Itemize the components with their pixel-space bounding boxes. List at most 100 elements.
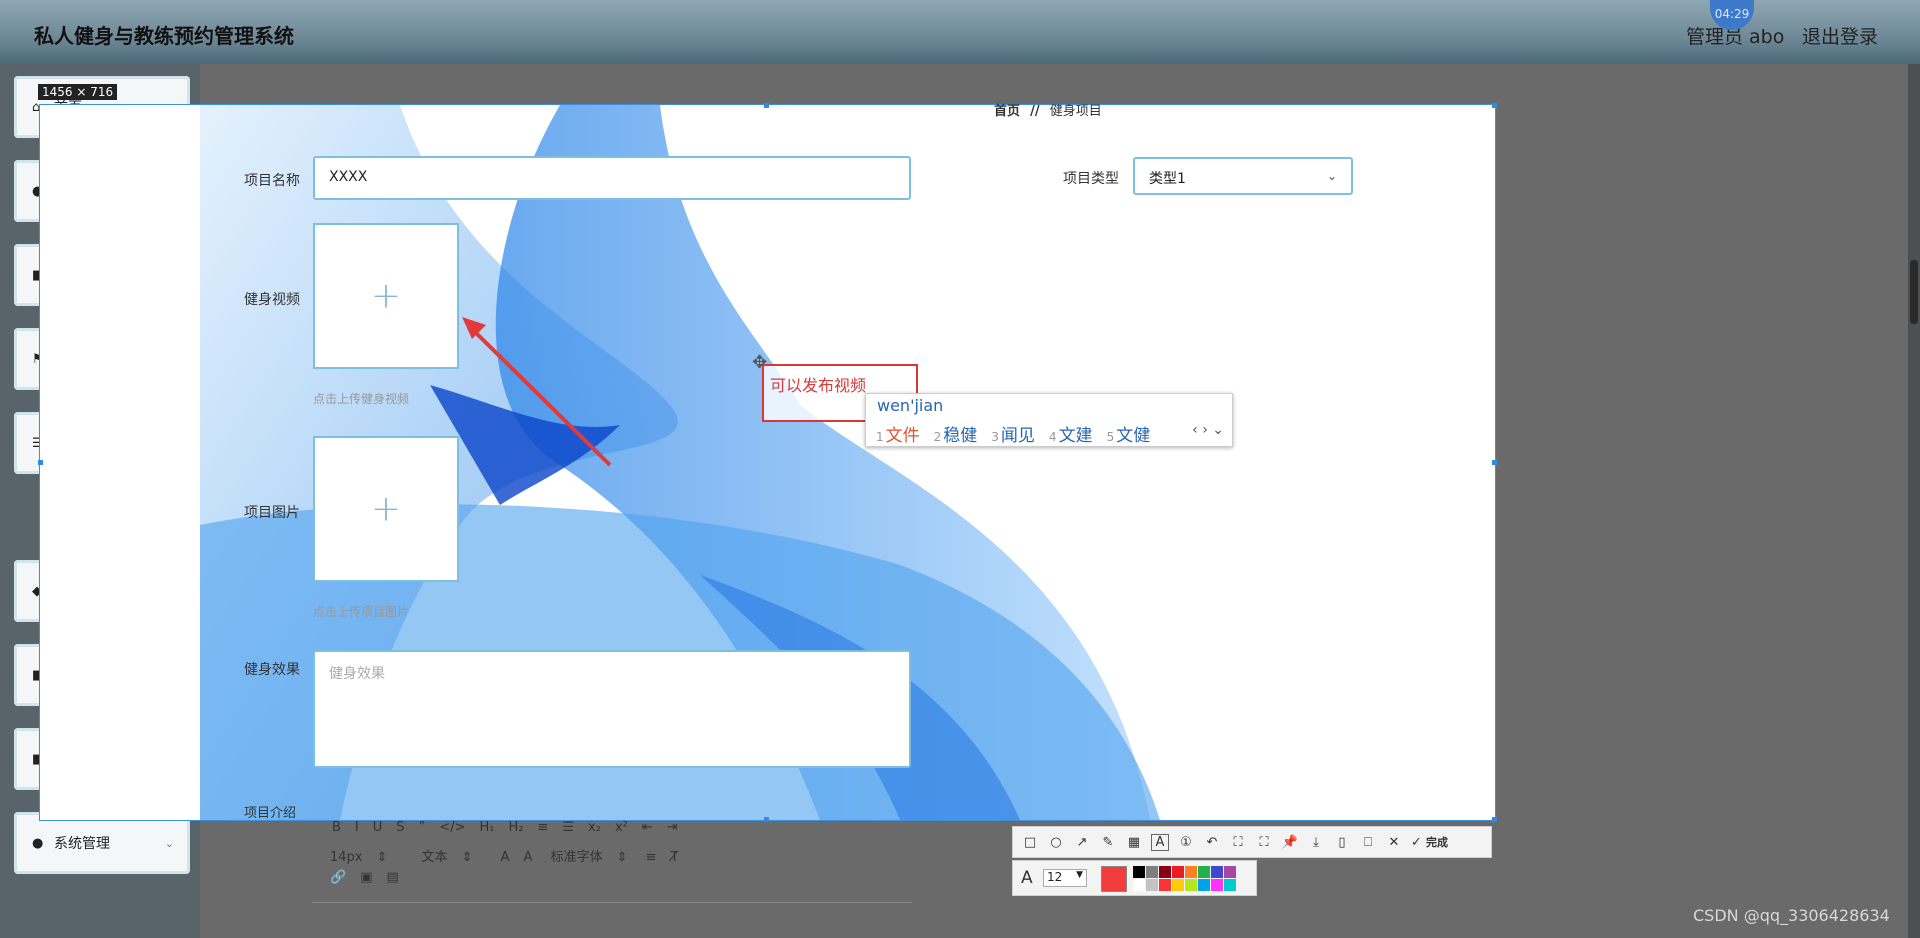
- ime-candidate-text: 闻见: [1000, 426, 1035, 446]
- quote-icon[interactable]: ”: [419, 820, 426, 835]
- close-icon[interactable]: ✕: [1385, 835, 1403, 850]
- h1-icon[interactable]: H₁: [479, 820, 494, 835]
- ime-candidate-number: 5: [1106, 430, 1115, 444]
- sidebar-item[interactable]: ● 系统管理 ⌄: [14, 812, 190, 874]
- done-button[interactable]: ✓ 完成: [1411, 834, 1448, 850]
- resize-handle-top[interactable]: [764, 103, 769, 108]
- translate-icon[interactable]: ⛶: [1255, 835, 1273, 850]
- link-icon[interactable]: 🔗: [330, 870, 346, 885]
- selected-color-swatch[interactable]: [1101, 866, 1127, 892]
- image-label: 项目图片: [244, 505, 300, 521]
- ime-candidate[interactable]: 5 文健: [1107, 421, 1151, 446]
- scrollbar[interactable]: [1908, 64, 1920, 938]
- text-type-select[interactable]: 文本: [422, 846, 448, 865]
- plus-icon: +: [370, 275, 402, 317]
- font-family-select[interactable]: 标准字体: [551, 846, 603, 865]
- breadcrumb-separator: //: [1030, 104, 1040, 119]
- palette-color-swatch[interactable]: [1224, 879, 1236, 891]
- ime-candidate-number: 2: [933, 430, 942, 444]
- superscript-icon[interactable]: x²: [615, 820, 628, 835]
- resize-handle-left[interactable]: [38, 460, 43, 465]
- h2-icon[interactable]: H₂: [508, 820, 523, 835]
- video-upload-hint: 点击上传健身视频: [313, 392, 410, 406]
- effect-textarea[interactable]: 健身效果: [313, 650, 911, 768]
- palette-color-swatch[interactable]: [1224, 866, 1236, 878]
- font-color-icon[interactable]: A: [501, 850, 510, 865]
- phone-icon[interactable]: ▯: [1333, 835, 1351, 850]
- indent-icon[interactable]: ⇥: [667, 820, 678, 835]
- underline-icon[interactable]: U: [373, 820, 383, 835]
- image-icon[interactable]: ▣: [360, 870, 372, 885]
- pen-icon[interactable]: ✎: [1099, 835, 1117, 850]
- align-icon[interactable]: ≡: [646, 850, 657, 865]
- download-icon[interactable]: ⤓: [1307, 835, 1325, 850]
- video-upload-box[interactable]: +: [313, 223, 459, 369]
- ime-candidate-text: 文健: [1116, 426, 1151, 446]
- breadcrumb-home[interactable]: 首页: [994, 104, 1020, 119]
- resize-handle-top-right[interactable]: [1492, 103, 1497, 108]
- ime-candidate[interactable]: 1 文件: [876, 421, 920, 446]
- ellipse-icon[interactable]: ○: [1047, 835, 1065, 850]
- palette-color-swatch[interactable]: [1146, 866, 1158, 878]
- palette-color-swatch[interactable]: [1146, 879, 1158, 891]
- ime-candidate[interactable]: 2 稳健: [934, 421, 978, 446]
- palette-color-swatch[interactable]: [1211, 879, 1223, 891]
- undo-icon[interactable]: ↶: [1203, 835, 1221, 850]
- italic-icon[interactable]: I: [355, 820, 359, 835]
- bookmark-icon[interactable]: ⎕: [1359, 835, 1377, 850]
- mosaic-icon[interactable]: ▦: [1125, 835, 1143, 850]
- move-icon[interactable]: ✥: [752, 352, 767, 373]
- number-icon[interactable]: ①: [1177, 835, 1195, 850]
- font-size-select[interactable]: 14px: [330, 850, 363, 865]
- ime-candidate-number: 1: [876, 430, 884, 444]
- sidebar-item-label: 系统管理: [54, 836, 110, 852]
- bold-icon[interactable]: B: [332, 820, 341, 835]
- logout-link[interactable]: 退出登录: [1802, 22, 1878, 49]
- bg-color-icon[interactable]: A: [524, 850, 533, 865]
- outdent-icon[interactable]: ⇤: [642, 820, 653, 835]
- palette-color-swatch[interactable]: [1185, 879, 1197, 891]
- ime-candidate-number: 3: [991, 430, 999, 444]
- resize-handle-bottom[interactable]: [764, 817, 769, 822]
- scrollbar-thumb[interactable]: [1910, 260, 1918, 324]
- type-select[interactable]: 类型1 ⌄: [1133, 157, 1353, 195]
- palette-color-swatch[interactable]: [1133, 879, 1145, 891]
- type-label: 项目类型: [1063, 171, 1119, 187]
- image-upload-box[interactable]: +: [313, 436, 459, 582]
- ordered-list-icon[interactable]: ≡: [537, 820, 548, 835]
- font-size-dropdown[interactable]: 12 ▼: [1043, 869, 1087, 887]
- resize-handle-bottom-right[interactable]: [1492, 817, 1497, 822]
- rectangle-icon[interactable]: □: [1021, 835, 1039, 850]
- subscript-icon[interactable]: x₂: [588, 820, 601, 835]
- chevron-down-icon: ⌄: [164, 836, 174, 850]
- ime-candidate-number: 4: [1048, 430, 1057, 444]
- text-icon[interactable]: A: [1151, 833, 1169, 851]
- ime-nav[interactable]: ‹ › ⌄: [1192, 422, 1224, 438]
- palette-color-swatch[interactable]: [1172, 866, 1184, 878]
- ime-candidate[interactable]: 3 闻见: [991, 421, 1035, 446]
- palette-color-swatch[interactable]: [1211, 866, 1223, 878]
- palette-color-swatch[interactable]: [1133, 866, 1145, 878]
- palette-color-swatch[interactable]: [1185, 866, 1197, 878]
- ocr-icon[interactable]: ⛶: [1229, 835, 1247, 850]
- arrow-annotation: [462, 317, 612, 467]
- arrow-icon[interactable]: ↗: [1073, 835, 1091, 850]
- bullet-list-icon[interactable]: ☰: [562, 820, 574, 835]
- ime-candidate-list: 1 文件 2 稳健 3 闻见 4 文建 5 文健: [876, 421, 1150, 446]
- palette-color-swatch[interactable]: [1159, 879, 1171, 891]
- app-title: 私人健身与教练预约管理系统: [34, 24, 294, 48]
- palette-color-swatch[interactable]: [1198, 866, 1210, 878]
- palette-color-swatch[interactable]: [1159, 866, 1171, 878]
- strike-icon[interactable]: S: [396, 820, 404, 835]
- video-icon[interactable]: ▤: [386, 870, 398, 885]
- name-input[interactable]: XXXX: [313, 156, 911, 200]
- code-icon[interactable]: </>: [439, 820, 465, 835]
- ime-candidate[interactable]: 4 文建: [1049, 421, 1093, 446]
- resize-handle-right[interactable]: [1492, 460, 1497, 465]
- clear-format-icon[interactable]: T̸: [671, 850, 679, 865]
- pin-icon[interactable]: 📌: [1281, 835, 1299, 850]
- palette-color-swatch[interactable]: [1198, 879, 1210, 891]
- image-upload-hint: 点击上传项目图片: [313, 605, 410, 619]
- palette-color-swatch[interactable]: [1172, 879, 1184, 891]
- rich-editor-body[interactable]: [312, 902, 912, 938]
